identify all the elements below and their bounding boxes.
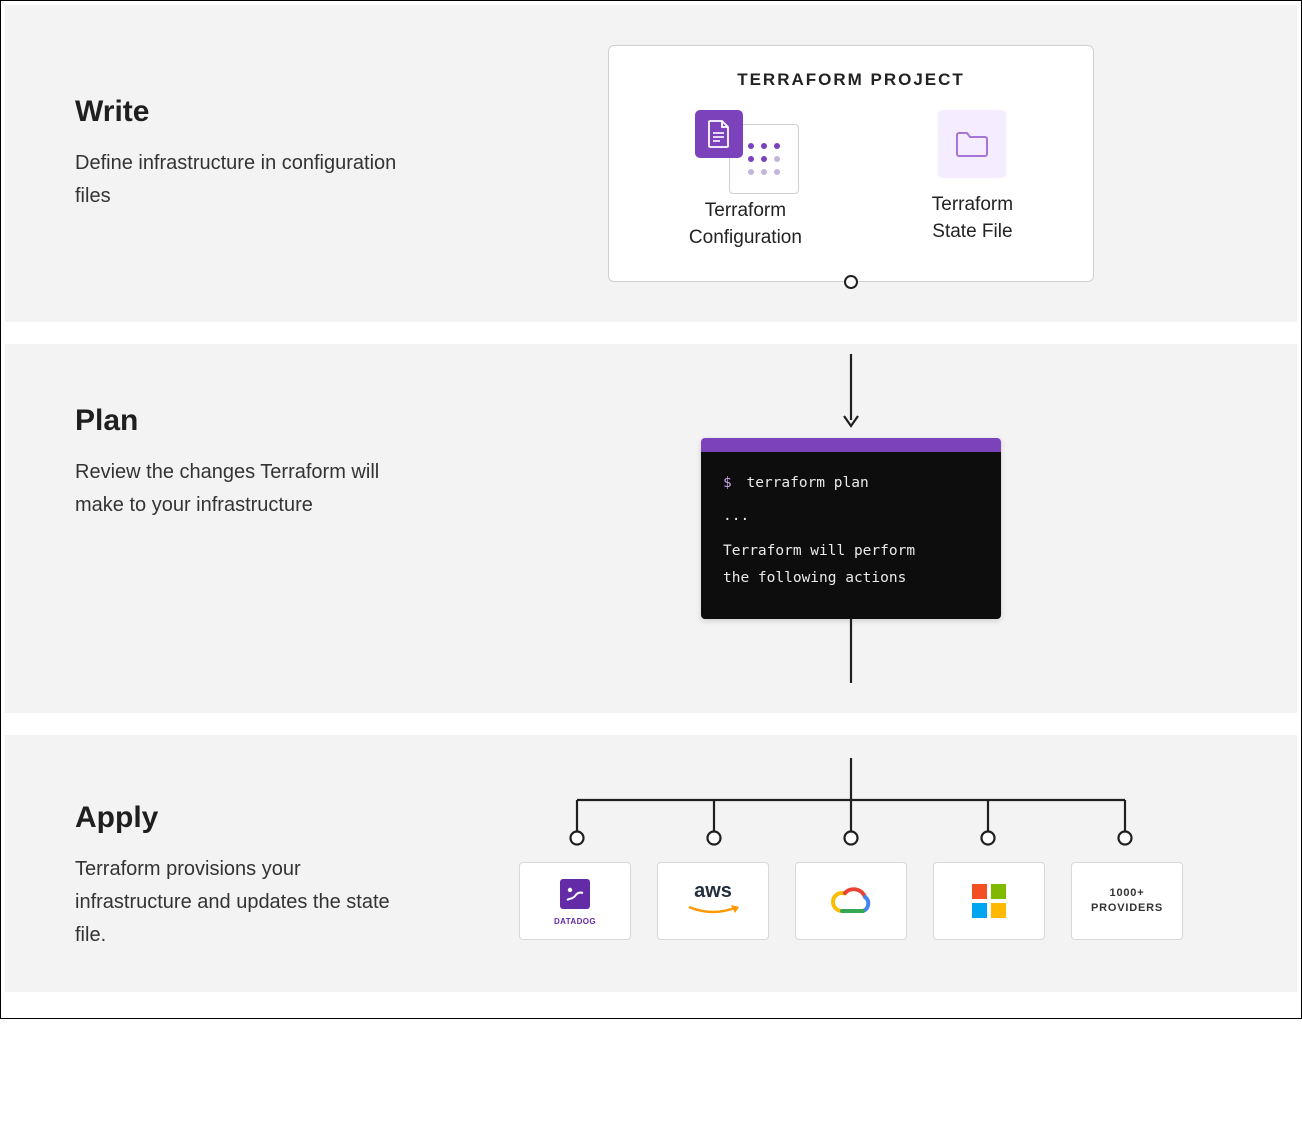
provider-more: 1000+ PROVIDERS — [1071, 862, 1183, 940]
apply-heading: Apply — [75, 801, 405, 835]
terminal-titlebar — [701, 438, 1001, 452]
terraform-configuration-item: Terraform Configuration — [689, 110, 802, 251]
branch-connector-icon — [521, 758, 1181, 850]
folder-icon — [938, 110, 1006, 178]
connector-line-icon — [841, 619, 861, 683]
provider-google-cloud — [795, 862, 907, 940]
write-desc: Define infrastructure in configuration f… — [75, 147, 405, 213]
terraform-project-card: TERRAFORM PROJECT — [608, 45, 1094, 282]
microsoft-icon — [972, 884, 1006, 918]
connector-dot-icon — [844, 275, 858, 289]
terminal-command: terraform plan — [746, 475, 868, 491]
provider-list: DATADOG aws — [519, 862, 1183, 940]
project-card-title: TERRAFORM PROJECT — [639, 70, 1063, 90]
write-diagram: TERRAFORM PROJECT — [445, 45, 1257, 282]
terminal-prompt: $ — [723, 475, 732, 491]
terminal-ellipsis: ... — [723, 503, 979, 530]
terminal-body: $ terraform plan ... Terraform will perf… — [701, 452, 1001, 619]
section-apply: Apply Terraform provisions your infrastr… — [5, 735, 1297, 992]
plan-desc: Review the changes Terraform will make t… — [75, 456, 405, 522]
section-plan: Plan Review the changes Terraform will m… — [5, 344, 1297, 713]
terminal-output: Terraform will perform the following act… — [723, 538, 979, 592]
arrow-down-icon — [841, 354, 861, 432]
write-text: Write Define infrastructure in configura… — [75, 45, 405, 282]
section-write: Write Define infrastructure in configura… — [5, 5, 1297, 322]
apply-text: Apply Terraform provisions your infrastr… — [75, 745, 405, 952]
datadog-icon: DATADOG — [554, 876, 596, 926]
plan-heading: Plan — [75, 404, 405, 438]
config-label: Terraform Configuration — [689, 198, 802, 251]
apply-diagram: DATADOG aws — [445, 745, 1257, 952]
file-document-icon — [695, 110, 743, 158]
configuration-stack-icon — [695, 110, 795, 184]
provider-aws: aws — [657, 862, 769, 940]
provider-microsoft — [933, 862, 1045, 940]
plan-diagram: $ terraform plan ... Terraform will perf… — [445, 354, 1257, 683]
write-heading: Write — [75, 95, 405, 129]
more-providers-label: 1000+ PROVIDERS — [1091, 886, 1163, 916]
state-label: Terraform State File — [932, 192, 1013, 245]
aws-icon: aws — [687, 880, 739, 922]
apply-desc: Terraform provisions your infrastructure… — [75, 853, 405, 952]
provider-datadog: DATADOG — [519, 862, 631, 940]
google-cloud-icon — [828, 883, 874, 919]
plan-text: Plan Review the changes Terraform will m… — [75, 354, 405, 683]
terraform-state-file-item: Terraform State File — [932, 110, 1013, 251]
terminal-window: $ terraform plan ... Terraform will perf… — [701, 438, 1001, 619]
